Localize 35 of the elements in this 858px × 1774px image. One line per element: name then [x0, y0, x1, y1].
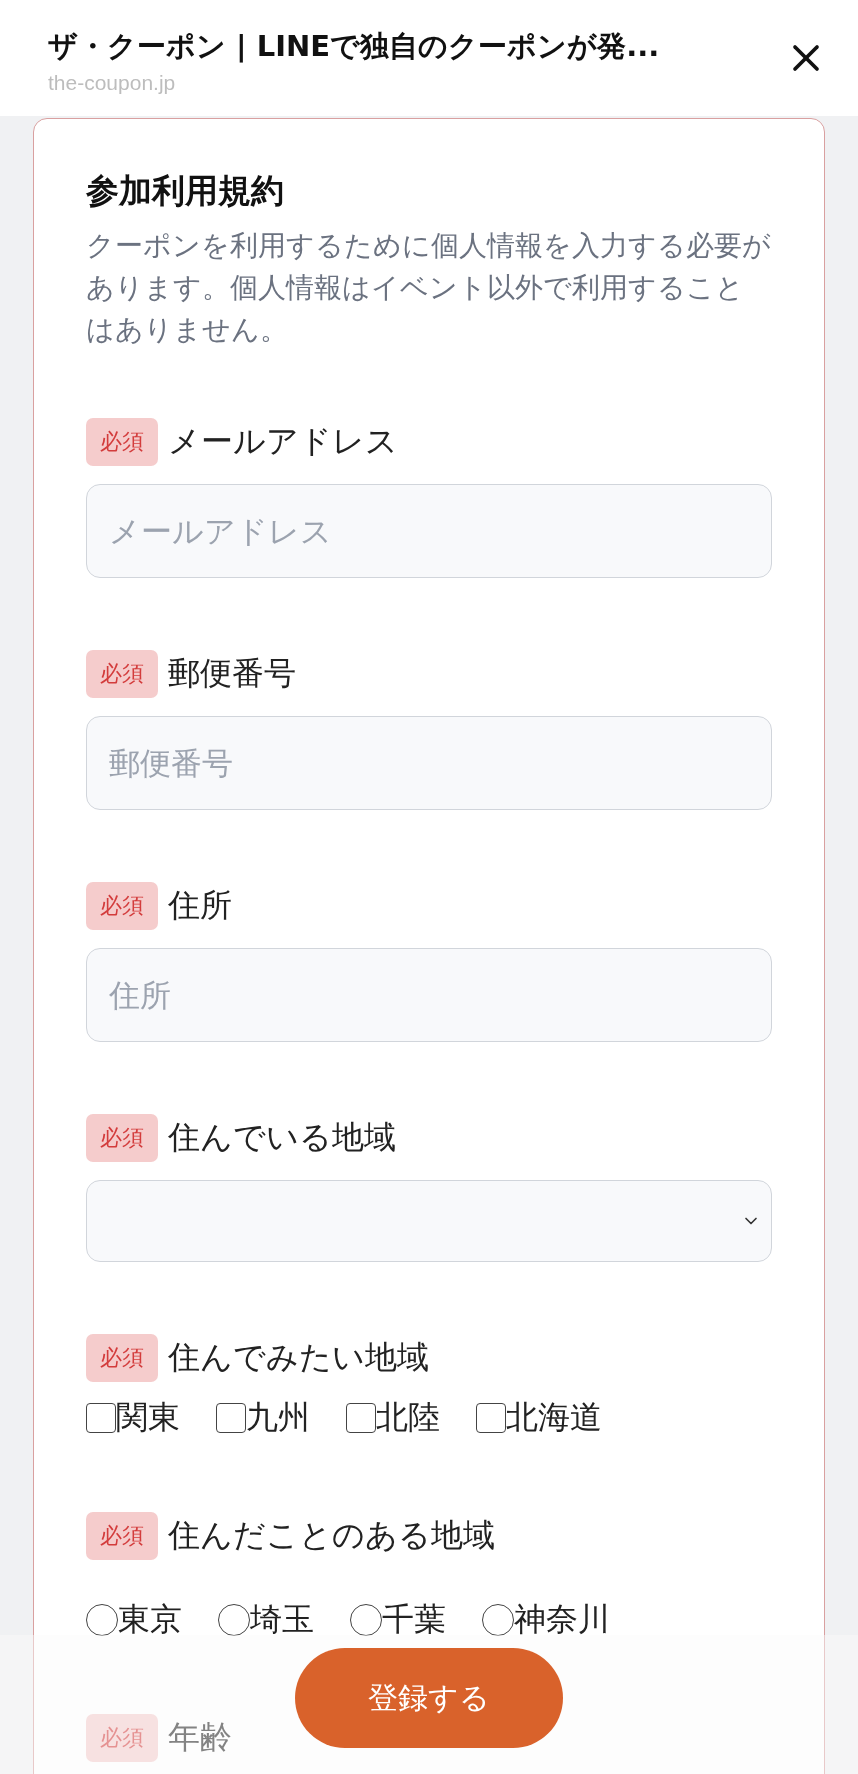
checkbox-label: 関東: [116, 1397, 180, 1438]
required-tag: 必須: [86, 882, 158, 930]
field-label: 住所: [168, 885, 232, 926]
checkbox-label: 九州: [246, 1397, 310, 1438]
required-tag: 必須: [86, 1114, 158, 1162]
field-label: 年齢: [168, 1717, 232, 1758]
site-url: the-coupon.jp: [48, 71, 177, 95]
text-field[interactable]: 住所: [86, 948, 772, 1042]
field-label: 住んでいる地域: [168, 1117, 396, 1158]
radio-label: 東京: [118, 1599, 182, 1640]
required-tag: 必須: [86, 650, 158, 698]
text-field[interactable]: 郵便番号: [86, 716, 772, 810]
checkbox-label: 北陸: [376, 1397, 440, 1438]
radio-label: 埼玉: [250, 1599, 314, 1640]
required-tag: 必須: [86, 1334, 158, 1382]
register-button[interactable]: 登録する: [295, 1648, 563, 1748]
field-label: 郵便番号: [168, 653, 296, 694]
checkbox-label: 北海道: [506, 1397, 602, 1438]
field-label: メールアドレス: [168, 421, 398, 462]
page-title: ザ・クーポン | LINEで独自のクーポンが発...: [48, 28, 660, 65]
field-label: 住んだことのある地域: [168, 1515, 495, 1556]
required-tag: 必須: [86, 1512, 158, 1560]
form-description: クーポンを利用するために個人情報を入力する必要があります。個人情報はイベント以外で利用することはありません。: [86, 228, 772, 347]
radio-label: 神奈川: [514, 1599, 610, 1640]
checkbox[interactable]: [346, 1403, 376, 1433]
radio-label: 千葉: [382, 1599, 446, 1640]
required-tag: 必須: [86, 1714, 158, 1762]
checkbox[interactable]: [216, 1403, 246, 1433]
text-field[interactable]: メールアドレス: [86, 484, 772, 578]
dropdown-field[interactable]: [86, 1180, 772, 1262]
field-label: 住んでみたい地域: [168, 1337, 429, 1378]
form-title: 参加利用規約: [86, 170, 285, 212]
checkbox[interactable]: [86, 1403, 116, 1433]
required-tag: 必須: [86, 418, 158, 466]
checkbox[interactable]: [476, 1403, 506, 1433]
